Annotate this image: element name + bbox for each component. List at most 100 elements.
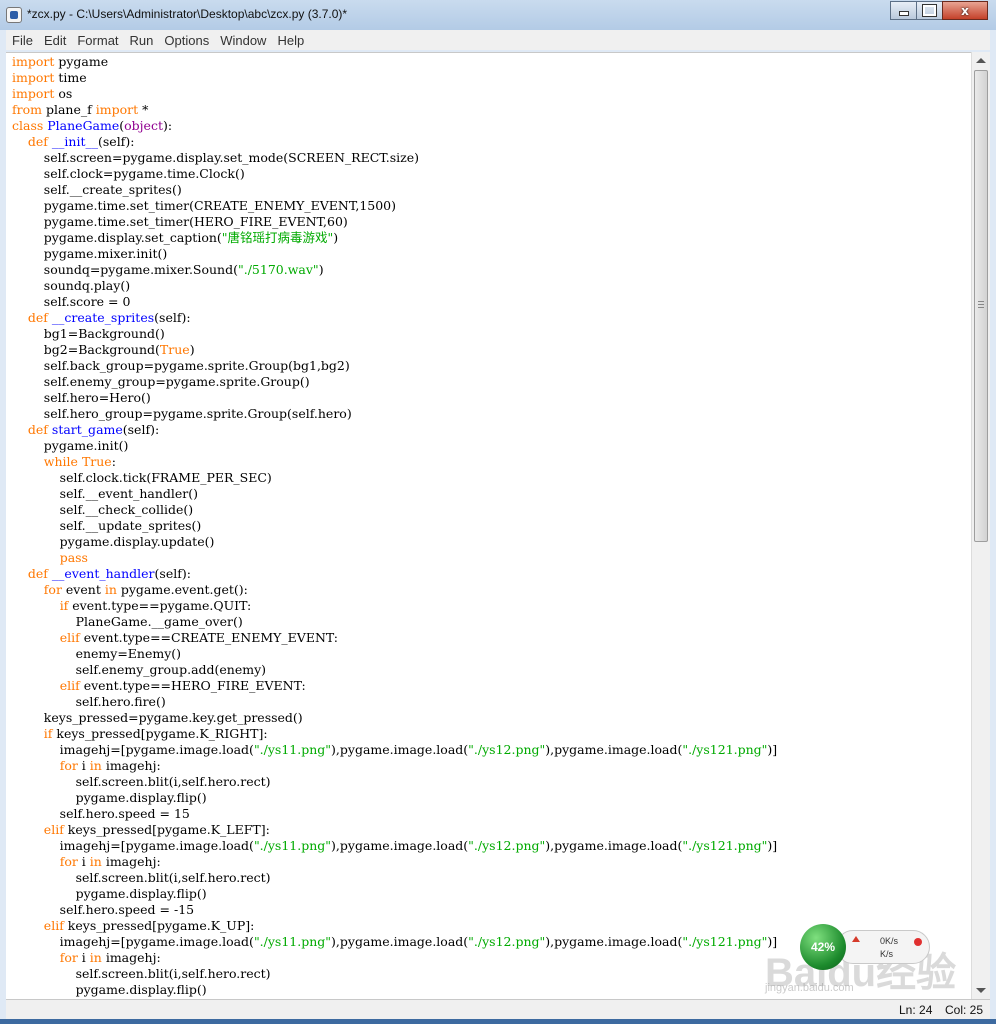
code-line[interactable]: self.clock=pygame.time.Clock()	[12, 166, 777, 182]
code-line[interactable]: soundq=pygame.mixer.Sound("./5170.wav")	[12, 262, 777, 278]
code-line[interactable]: self.screen.blit(i,self.hero.rect)	[12, 774, 777, 790]
maximize-button[interactable]	[916, 1, 943, 20]
code-line[interactable]: self.hero.speed = 15	[12, 806, 777, 822]
code-token: :	[111, 454, 116, 469]
code-line[interactable]: while True:	[12, 454, 777, 470]
code-line[interactable]: def __create_sprites(self):	[12, 310, 777, 326]
menu-format[interactable]: Format	[71, 30, 123, 48]
code-line[interactable]: self.screen.blit(i,self.hero.rect)	[12, 870, 777, 886]
code-line[interactable]: pygame.display.update()	[12, 534, 777, 550]
code-line[interactable]: elif keys_pressed[pygame.K_UP]:	[12, 918, 777, 934]
code-line[interactable]: pygame.init()	[12, 438, 777, 454]
code-line[interactable]: self.hero.speed = -15	[12, 902, 777, 918]
code-line[interactable]: for event in pygame.event.get():	[12, 582, 777, 598]
code-token: "./ys121.png"	[682, 838, 768, 853]
code-line[interactable]: enemy=Enemy()	[12, 646, 777, 662]
code-line[interactable]: keys_pressed=pygame.key.get_pressed()	[12, 710, 777, 726]
code-line[interactable]: bg1=Background()	[12, 326, 777, 342]
code-line[interactable]: pygame.mixer.init()	[12, 246, 777, 262]
scrollbar-thumb[interactable]	[974, 70, 988, 542]
code-line[interactable]: self.enemy_group=pygame.sprite.Group()	[12, 374, 777, 390]
code-line[interactable]: elif event.type==HERO_FIRE_EVENT:	[12, 678, 777, 694]
code-line[interactable]: self.__check_collide()	[12, 502, 777, 518]
arrow-up-icon[interactable]	[976, 58, 986, 63]
code-line[interactable]: pygame.display.flip()	[12, 790, 777, 806]
menu-help[interactable]: Help	[271, 30, 309, 48]
menu-file[interactable]: File	[6, 30, 38, 48]
code-line[interactable]: self.hero_group=pygame.sprite.Group(self…	[12, 406, 777, 422]
code-token: import	[95, 102, 139, 117]
code-line[interactable]: def __event_handler(self):	[12, 566, 777, 582]
title-bar[interactable]: *zcx.py - C:\Users\Administrator\Desktop…	[0, 0, 996, 30]
code-token: pygame.display.flip()	[12, 886, 207, 901]
code-token: for	[59, 950, 78, 965]
code-token: for	[59, 854, 78, 869]
code-line[interactable]: self.clock.tick(FRAME_PER_SEC)	[12, 470, 777, 486]
code-line[interactable]: import time	[12, 70, 777, 86]
network-ball[interactable]: 42%	[800, 924, 846, 970]
code-line[interactable]: self.__update_sprites()	[12, 518, 777, 534]
code-line[interactable]: self.hero=Hero()	[12, 390, 777, 406]
vertical-scrollbar[interactable]	[971, 52, 990, 999]
code-token: self.hero.speed = 15	[12, 806, 190, 821]
code-text[interactable]: import pygame import time import os from pl…	[12, 54, 777, 998]
code-line[interactable]: elif keys_pressed[pygame.K_LEFT]:	[12, 822, 777, 838]
code-token: keys_pressed=pygame.key.get_pressed()	[12, 710, 303, 725]
code-line[interactable]: pygame.display.flip()	[12, 982, 777, 998]
code-line[interactable]: pass	[12, 550, 777, 566]
close-button[interactable]: x	[942, 1, 988, 20]
minimize-button[interactable]	[890, 1, 917, 20]
grip-line	[978, 304, 984, 305]
code-token: soundq.play()	[12, 278, 131, 293]
code-line[interactable]: self.__event_handler()	[12, 486, 777, 502]
code-line[interactable]: imagehj=[pygame.image.load("./ys11.png")…	[12, 838, 778, 854]
code-token: time	[54, 70, 87, 85]
code-line[interactable]: bg2=Background(True)	[12, 342, 777, 358]
code-line[interactable]: def start_game(self):	[12, 422, 777, 438]
code-line[interactable]: def __init__(self):	[12, 134, 777, 150]
code-line[interactable]: from plane_f import *	[12, 102, 777, 118]
code-line[interactable]: if keys_pressed[pygame.K_RIGHT]:	[12, 726, 777, 742]
code-editor[interactable]: import pygame import time import os from pl…	[6, 52, 971, 1000]
code-line[interactable]: if event.type==pygame.QUIT:	[12, 598, 777, 614]
code-token: self.hero=Hero()	[12, 390, 151, 405]
status-dot-icon	[914, 938, 922, 946]
code-line[interactable]: pygame.time.set_timer(CREATE_ENEMY_EVENT…	[12, 198, 777, 214]
code-line[interactable]: elif event.type==CREATE_ENEMY_EVENT:	[12, 630, 777, 646]
code-line[interactable]: imagehj=[pygame.image.load("./ys11.png")…	[12, 934, 778, 950]
code-line[interactable]: pygame.display.flip()	[12, 886, 777, 902]
code-line[interactable]: imagehj=[pygame.image.load("./ys11.png")…	[12, 742, 778, 758]
code-token: )	[189, 342, 195, 357]
code-token: self.hero.fire()	[12, 694, 166, 709]
menu-run[interactable]: Run	[124, 30, 159, 48]
network-speed-widget[interactable]: 42% 0K/s K/s	[800, 922, 932, 974]
code-line[interactable]: class PlaneGame(object):	[12, 118, 777, 134]
code-line[interactable]: soundq.play()	[12, 278, 777, 294]
grip-line	[978, 307, 984, 308]
code-line[interactable]: self.back_group=pygame.sprite.Group(bg1,…	[12, 358, 777, 374]
code-line[interactable]: self.score = 0	[12, 294, 777, 310]
menu-options[interactable]: Options	[158, 30, 214, 48]
code-line[interactable]: import pygame	[12, 54, 777, 70]
code-line[interactable]: PlaneGame.__game_over()	[12, 614, 777, 630]
code-token: imagehj=[pygame.image.load(	[12, 934, 254, 949]
arrow-down-icon[interactable]	[976, 988, 986, 993]
code-line[interactable]: for i in imagehj:	[12, 854, 777, 870]
code-line[interactable]: self.enemy_group.add(enemy)	[12, 662, 777, 678]
code-line[interactable]: pygame.time.set_timer(HERO_FIRE_EVENT,60…	[12, 214, 777, 230]
code-line[interactable]: pygame.display.set_caption("唐铭瑶打病毒游戏")	[12, 230, 777, 246]
code-token: def	[27, 310, 48, 325]
menu-edit[interactable]: Edit	[38, 30, 71, 48]
code-line[interactable]: for i in imagehj:	[12, 758, 777, 774]
code-line[interactable]: import os	[12, 86, 777, 102]
code-token: pass	[59, 550, 88, 565]
code-line[interactable]: self.screen=pygame.display.set_mode(SCRE…	[12, 150, 777, 166]
code-line[interactable]: self.hero.fire()	[12, 694, 777, 710]
code-line[interactable]: for i in imagehj:	[12, 950, 777, 966]
menu-window[interactable]: Window	[214, 30, 271, 48]
code-line[interactable]: self.screen.blit(i,self.hero.rect)	[12, 966, 777, 982]
upload-speed: 0K/s	[880, 936, 899, 946]
code-line[interactable]: self.__create_sprites()	[12, 182, 777, 198]
